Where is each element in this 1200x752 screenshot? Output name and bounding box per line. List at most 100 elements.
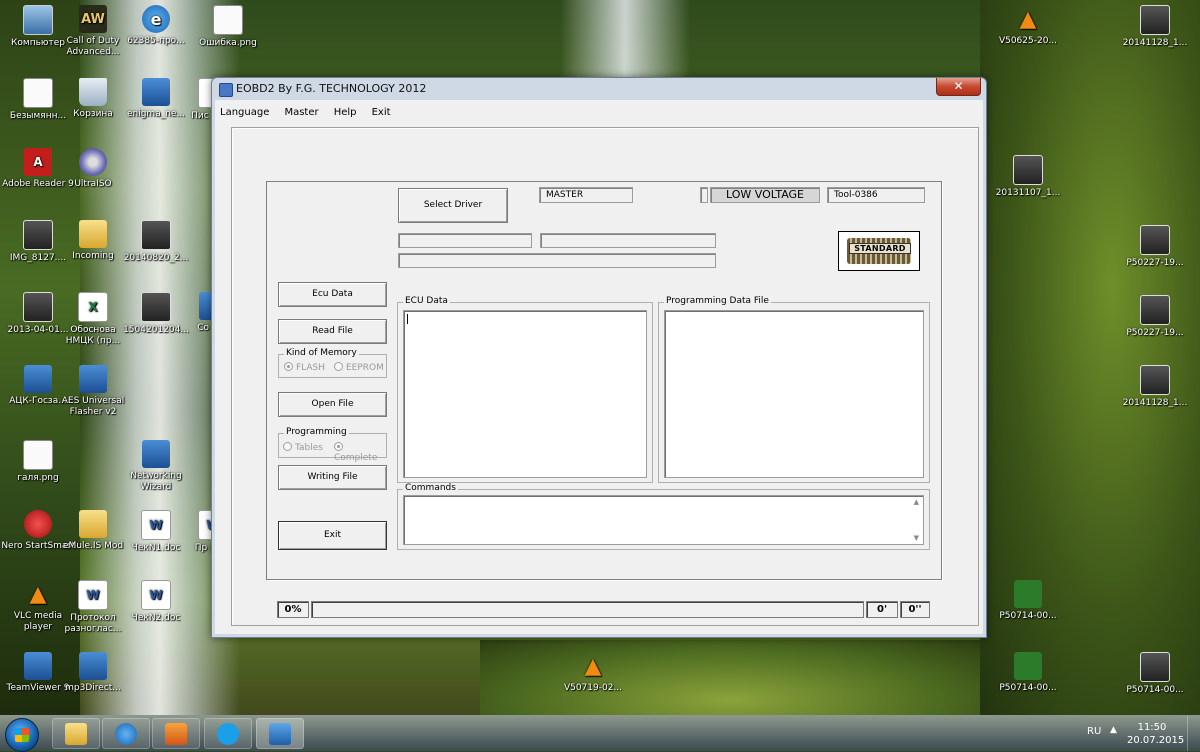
ecu-data-textarea[interactable] (403, 310, 647, 478)
desktop-icon-label: 20141128_1... (1122, 38, 1188, 48)
clock[interactable]: 11:50 20.07.2015 (1127, 721, 1184, 747)
photo-icon (1140, 225, 1170, 255)
menu-master[interactable]: Master (279, 104, 323, 118)
desktop-icon-label: P50227-19... (1126, 258, 1184, 268)
clock-time: 11:50 (1137, 722, 1167, 733)
desktop-icon[interactable]: 20141128_1... (1117, 365, 1193, 409)
desktop-icon-label: P50714-00... (1126, 685, 1184, 695)
desktop-icon[interactable]: W ЧекN2.doc (118, 580, 194, 624)
ie-icon (115, 722, 137, 745)
desktop-icon-label: mp3Direct... (65, 683, 121, 693)
desktop-icon-label: P50714-00... (999, 611, 1057, 621)
game-icon: AW (79, 5, 107, 33)
vlc-icon: ▲ (1019, 6, 1037, 32)
radio-tables-label: Tables (295, 443, 323, 453)
desktop-icon[interactable]: P50714-00... (990, 580, 1066, 622)
desktop-icon[interactable]: Networking Wizard (118, 440, 194, 493)
scroll-up-arrow-icon[interactable]: ▲ (914, 498, 919, 506)
desktop-icon[interactable]: UltraISO (55, 148, 131, 190)
start-button[interactable] (5, 718, 39, 752)
desktop-icon-label: галя.png (17, 473, 59, 483)
info-field-2 (540, 233, 716, 248)
low-voltage-field: LOW VOLTAGE (710, 187, 820, 203)
desktop-icon[interactable]: e 62385-про... (118, 5, 194, 47)
select-driver-button[interactable]: Select Driver (398, 188, 508, 223)
photo-icon (141, 292, 171, 322)
desktop-icon[interactable]: галя.png (0, 440, 76, 484)
word-icon: W (78, 580, 108, 610)
word-icon: W (141, 510, 171, 540)
taskbar-skype[interactable] (204, 718, 252, 749)
menu-bar: Language Master Help Exit (215, 100, 983, 120)
ecu-data-panel: ECU Data (397, 296, 653, 483)
radio-complete[interactable]: Complete (334, 442, 386, 463)
menu-help[interactable]: Help (329, 104, 362, 118)
desktop-icon-label: 62385-про... (127, 36, 185, 46)
client-area: Select Driver MASTER LOW VOLTAGE Tool-03… (215, 119, 983, 634)
programming-group: Programming Tables Complete (278, 427, 387, 463)
desktop-icon[interactable]: ▲ V50625-20... (990, 5, 1066, 47)
exit-button[interactable]: Exit (278, 521, 387, 550)
radio-flash[interactable]: FLASH (284, 362, 325, 373)
desktop-icon[interactable]: P50227-19... (1117, 295, 1193, 339)
desktop-icon[interactable]: P50227-19... (1117, 225, 1193, 269)
desktop-icon-label: V50719-02... (563, 683, 623, 693)
menu-language[interactable]: Language (215, 104, 274, 118)
skype-icon (217, 722, 239, 745)
taskbar-explorer[interactable] (52, 718, 100, 749)
title-bar[interactable]: EOBD2 By F.G. TECHNOLOGY 2012 ✕ (212, 78, 986, 100)
tray-expand-icon[interactable]: ▲ (1110, 725, 1117, 735)
desktop-icon-label: 20141128_1... (1122, 398, 1188, 408)
show-desktop-button[interactable] (1187, 716, 1200, 751)
photo-icon (23, 220, 53, 250)
open-file-button[interactable]: Open File (278, 392, 387, 417)
info-field-3 (398, 253, 716, 268)
inner-frame: Select Driver MASTER LOW VOLTAGE Tool-03… (266, 181, 942, 580)
menu-exit[interactable]: Exit (367, 104, 396, 118)
taskbar-media-player[interactable] (152, 718, 200, 749)
programming-data-textarea[interactable] (664, 310, 924, 478)
media-player-icon (165, 722, 187, 745)
close-button[interactable]: ✕ (936, 78, 981, 96)
desktop-icon[interactable]: 20131107_1... (990, 155, 1066, 199)
commands-textarea[interactable]: ▲ ▼ (403, 495, 924, 545)
scroll-down-arrow-icon[interactable]: ▼ (914, 534, 919, 542)
desktop-icon[interactable]: 20141128_1... (1117, 5, 1193, 49)
photo-icon (23, 292, 53, 322)
desktop-icon-label: Ошибка.png (199, 38, 257, 48)
desktop-icon[interactable]: P50714-00... (1117, 652, 1193, 696)
master-field: MASTER (539, 187, 633, 203)
photo-icon (1140, 5, 1170, 35)
standard-connector-badge: STANDARD (838, 231, 920, 271)
desktop-icon[interactable]: Ошибка.png (190, 5, 266, 49)
image-icon (23, 78, 53, 108)
photo-icon (1140, 365, 1170, 395)
writing-file-button[interactable]: Writing File (278, 465, 387, 490)
ecu-data-label: ECU Data (403, 296, 450, 306)
taskbar-teamviewer[interactable] (256, 718, 304, 749)
desktop-icon[interactable]: 20140820_2... (118, 220, 194, 264)
word-icon: W (141, 580, 171, 610)
language-indicator[interactable]: RU (1087, 726, 1101, 737)
desktop-background-waterfall-top (560, 0, 690, 80)
radio-flash-label: FLASH (296, 363, 326, 373)
desktop-icon-label: Networking Wizard (130, 471, 182, 492)
radio-dot-selected (334, 442, 343, 451)
app-icon (79, 652, 107, 680)
app-icon (24, 365, 52, 393)
progress-seconds: 0'' (900, 601, 930, 618)
ecu-data-button[interactable]: Ecu Data (278, 282, 387, 307)
desktop-icon[interactable]: ▲ V50719-02... (555, 652, 631, 694)
radio-tables[interactable]: Tables (283, 442, 323, 453)
progress-bar (311, 601, 864, 618)
ie-icon: e (142, 5, 170, 33)
standard-label: STANDARD (849, 243, 911, 254)
desktop-icon[interactable]: AES Universal Flasher v2 (55, 365, 131, 418)
read-file-button[interactable]: Read File (278, 319, 387, 344)
taskbar-ie[interactable] (102, 718, 150, 749)
desktop-icon[interactable]: mp3Direct... (55, 652, 131, 694)
vlc-icon: ▲ (29, 581, 47, 607)
desktop-icon[interactable]: P50714-00... (990, 652, 1066, 694)
desktop-icon-label: UltraISO (74, 179, 112, 189)
radio-eeprom[interactable]: EEPROM (334, 362, 384, 373)
